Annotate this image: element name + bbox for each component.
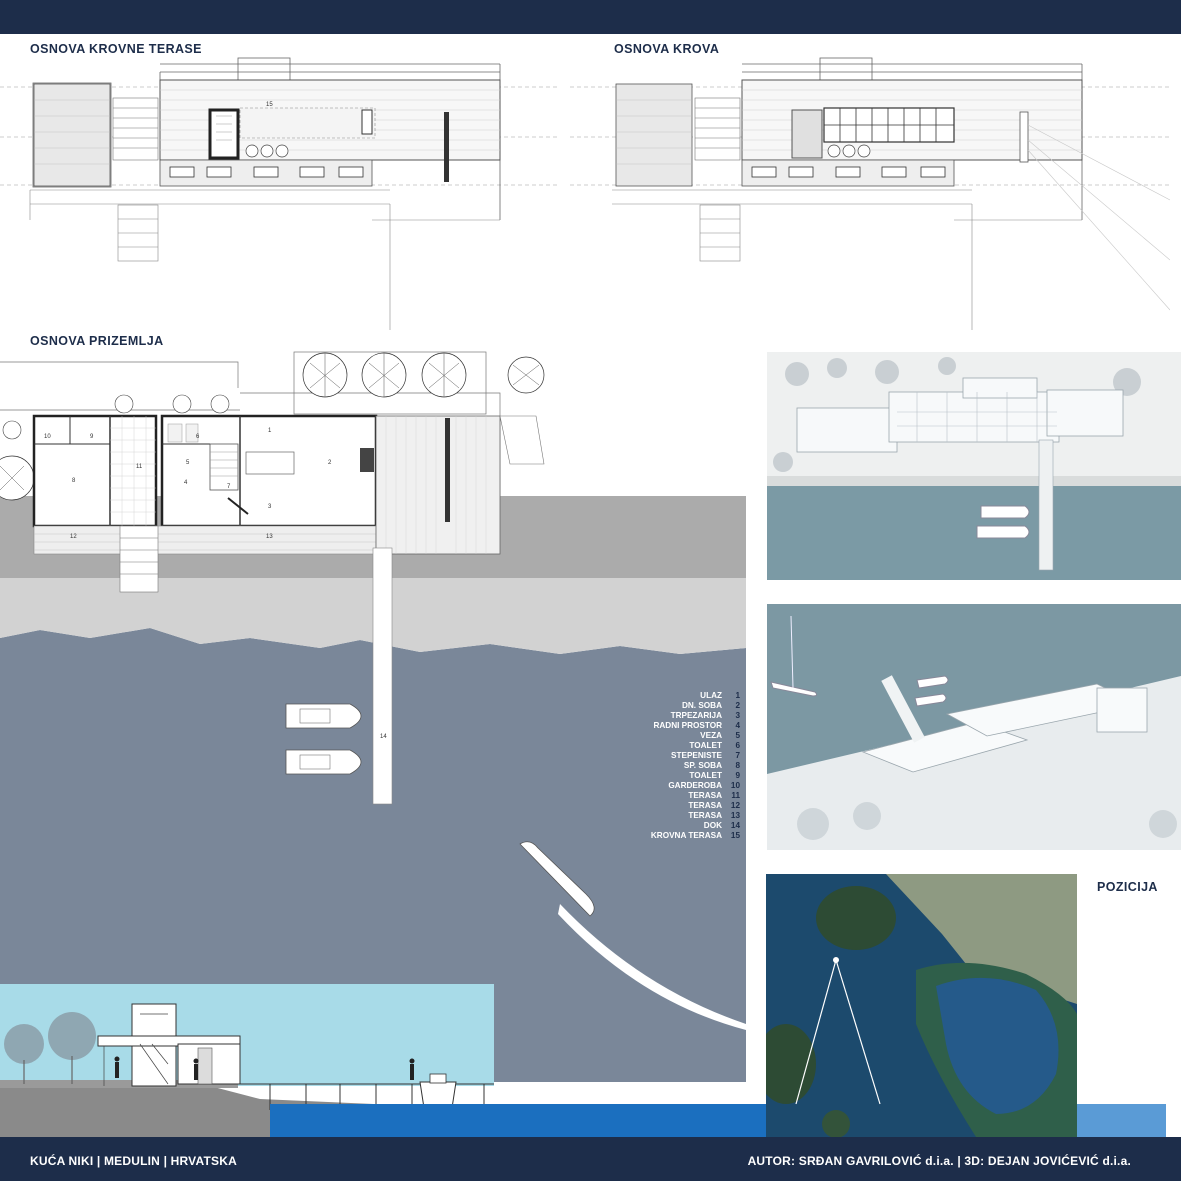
legend-label: RADNI PROSTOR (653, 721, 722, 730)
author-credit: AUTOR: SRĐAN GAVRILOVIĆ d.i.a. | 3D: DEJ… (747, 1154, 1131, 1168)
room-13-label: 13 (266, 534, 273, 540)
sea-strip-light (1076, 1104, 1166, 1137)
legend-row: STEPENISTE 7 (600, 751, 740, 761)
legend-row: GARDEROBA 10 (600, 781, 740, 791)
legend-number: 15 (730, 831, 740, 840)
room-legend: ULAZ 1 DN. SOBA 2 TRPEZARIJA 3 RADNI PROSTOR 4 V… (600, 691, 740, 841)
legend-row: TOALET 9 (600, 771, 740, 781)
aerial-render-2 (767, 604, 1181, 850)
project-title: KUĆA NIKI | MEDULIN | HRVATSKA (30, 1154, 237, 1168)
legend-row: RADNI PROSTOR 4 (600, 721, 740, 731)
legend-number: 12 (730, 801, 740, 810)
legend-label: TERASA (688, 801, 722, 810)
legend-number: 8 (735, 761, 740, 770)
legend-label: TOALET (689, 771, 722, 780)
legend-row: KROVNA TERASA 15 (600, 831, 740, 841)
legend-label: TERASA (688, 791, 722, 800)
legend-number: 11 (731, 791, 740, 800)
roof-terrace-plan-drawing: 15 (0, 57, 560, 330)
location-satellite-image (766, 874, 1077, 1137)
legend-number: 4 (735, 721, 740, 730)
legend-row: TRPEZARIJA 3 (600, 711, 740, 721)
room-12-label: 12 (70, 534, 77, 540)
legend-number: 3 (735, 711, 740, 720)
legend-number: 13 (730, 811, 740, 820)
legend-number: 9 (735, 771, 740, 780)
aerial-render-1 (767, 352, 1181, 580)
legend-row: DN. SOBA 2 (600, 701, 740, 711)
legend-number: 10 (730, 781, 740, 790)
legend-row: TOALET 6 (600, 741, 740, 751)
legend-row: SP. SOBA 8 (600, 761, 740, 771)
legend-row: TERASA 11 (600, 791, 740, 801)
legend-row: TERASA 12 (600, 801, 740, 811)
roof-plan-drawing (570, 57, 1170, 330)
roof-room-15: 15 (266, 102, 273, 108)
legend-label: DN. SOBA (681, 701, 722, 710)
legend-number: 7 (735, 751, 740, 760)
legend-label: TRPEZARIJA (670, 711, 722, 720)
legend-number: 2 (735, 701, 740, 710)
legend-number: 14 (730, 821, 740, 830)
legend-label: TERASA (688, 811, 722, 820)
legend-row: VEZA 5 (600, 731, 740, 741)
legend-label: DOK (703, 821, 722, 830)
legend-row: ULAZ 1 (600, 691, 740, 701)
legend-label: ULAZ (700, 691, 722, 700)
footer-bar: KUĆA NIKI | MEDULIN | HRVATSKA AUTOR: SR… (0, 1137, 1181, 1181)
legend-label: SP. SOBA (683, 761, 722, 770)
legend-label: STEPENISTE (671, 751, 722, 760)
legend-number: 6 (735, 741, 740, 750)
legend-label: TOALET (689, 741, 722, 750)
room-10-label: 10 (44, 434, 51, 440)
room-11-label: 11 (136, 464, 143, 470)
legend-label: VEZA (700, 731, 722, 740)
legend-number: 5 (735, 731, 740, 740)
legend-row: TERASA 13 (600, 811, 740, 821)
top-banner (0, 0, 1181, 34)
legend-label: KROVNA TERASA (650, 831, 722, 840)
dock-14-label: 14 (380, 734, 387, 740)
legend-number: 1 (735, 691, 740, 700)
location-title: POZICIJA (1097, 880, 1158, 894)
legend-label: GARDEROBA (668, 781, 722, 790)
legend-row: DOK 14 (600, 821, 740, 831)
